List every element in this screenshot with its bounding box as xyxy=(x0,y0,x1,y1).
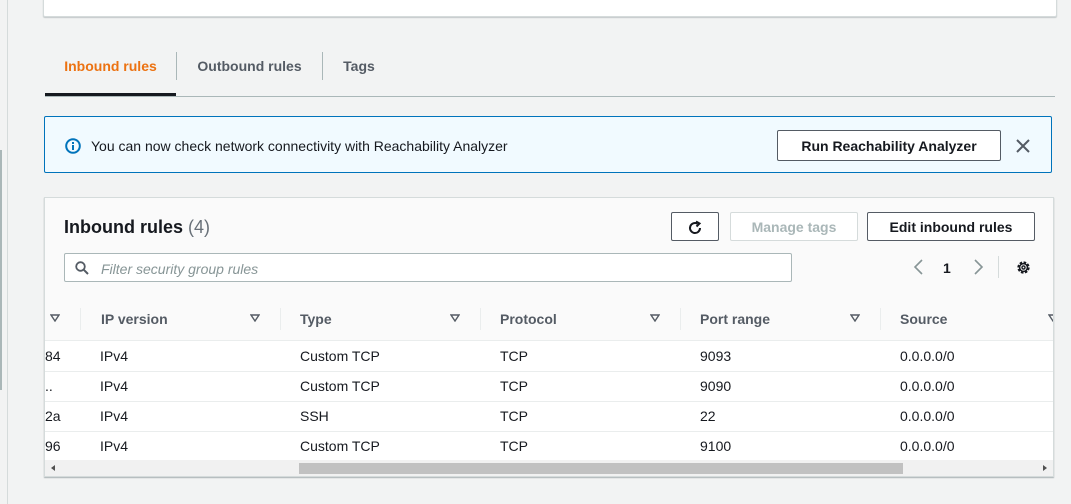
protocol-cell: TCP xyxy=(500,348,528,364)
table-row[interactable]: 2a IPv4 SSH TCP 22 0.0.0.0/0 xyxy=(45,401,1053,432)
column-header-ip-version[interactable]: IP version xyxy=(101,298,168,340)
ip-version-cell: IPv4 xyxy=(100,378,129,394)
column-divider xyxy=(280,308,281,330)
filter-box xyxy=(64,253,792,282)
source-cell: 0.0.0.0/0 xyxy=(900,438,955,454)
type-cell: Custom TCP xyxy=(300,378,380,394)
source-cell: 0.0.0.0/0 xyxy=(900,348,955,364)
column-header-port-range[interactable]: Port range xyxy=(700,298,770,340)
column-header-source[interactable]: Source xyxy=(900,298,947,340)
left-splitter[interactable] xyxy=(0,150,2,390)
source-cell: 0.0.0.0/0 xyxy=(900,378,955,394)
chevron-left-icon[interactable] xyxy=(911,258,927,276)
port-range-cell: 9093 xyxy=(700,348,732,364)
edit-inbound-rules-button[interactable]: Edit inbound rules xyxy=(867,212,1035,241)
type-cell: Custom TCP xyxy=(300,348,380,364)
protocol-cell: TCP xyxy=(500,408,528,424)
sort-down-icon[interactable] xyxy=(250,314,260,322)
table-row[interactable]: 96 IPv4 Custom TCP TCP 9100 0.0.0.0/0 xyxy=(45,431,1053,462)
manage-tags-button[interactable]: Manage tags xyxy=(730,212,858,241)
panel-title-text: Inbound rules xyxy=(64,217,183,237)
sort-down-icon[interactable] xyxy=(850,314,860,322)
inbound-rules-panel: Inbound rules (4) Manage tags Edit inbou… xyxy=(44,197,1054,477)
protocol-cell: TCP xyxy=(500,438,528,454)
scrollbar-thumb[interactable] xyxy=(299,463,903,474)
port-range-cell: 9090 xyxy=(700,378,732,394)
rules-count: (4) xyxy=(188,217,211,237)
sort-down-icon[interactable] xyxy=(50,314,60,322)
rule-id-cell: 84 xyxy=(45,348,61,364)
page-number[interactable]: 1 xyxy=(943,260,951,276)
chevron-right-icon[interactable] xyxy=(970,258,986,276)
column-divider xyxy=(80,308,81,330)
column-divider xyxy=(880,308,881,330)
rule-id-cell: 96 xyxy=(45,438,61,454)
horizontal-scrollbar[interactable] xyxy=(45,460,1053,476)
pager-divider xyxy=(998,256,999,278)
table-header: IP version Type Protocol Port range Sour… xyxy=(45,298,1053,341)
column-header-type[interactable]: Type xyxy=(300,298,332,340)
ip-version-cell: IPv4 xyxy=(100,408,129,424)
panel-title: Inbound rules (4) xyxy=(64,217,210,238)
type-cell: Custom TCP xyxy=(300,438,380,454)
sort-down-icon[interactable] xyxy=(450,314,460,322)
table-row[interactable]: .. IPv4 Custom TCP TCP 9090 0.0.0.0/0 xyxy=(45,371,1053,402)
tab-outbound-rules[interactable]: Outbound rules xyxy=(177,44,322,95)
scroll-left-arrow-icon[interactable] xyxy=(49,464,57,472)
gear-icon[interactable] xyxy=(1015,259,1032,276)
run-reachability-analyzer-button[interactable]: Run Reachability Analyzer xyxy=(777,130,1001,161)
tab-inbound-rules[interactable]: Inbound rules xyxy=(45,44,176,96)
port-range-cell: 22 xyxy=(700,408,716,424)
rule-id-cell: .. xyxy=(45,378,53,394)
reachability-alert: You can now check network connectivity w… xyxy=(44,116,1052,173)
tab-bar: Inbound rules Outbound rules Tags xyxy=(45,44,1055,97)
type-cell: SSH xyxy=(300,408,329,424)
filter-input[interactable] xyxy=(99,258,783,279)
column-header-protocol[interactable]: Protocol xyxy=(500,298,557,340)
info-icon xyxy=(65,138,81,154)
details-card xyxy=(43,0,1057,17)
protocol-cell: TCP xyxy=(500,378,528,394)
refresh-button[interactable] xyxy=(671,212,719,241)
ip-version-cell: IPv4 xyxy=(100,438,129,454)
column-divider xyxy=(680,308,681,330)
panel-header: Inbound rules (4) Manage tags Edit inbou… xyxy=(45,198,1053,299)
search-icon xyxy=(75,261,89,275)
close-icon[interactable] xyxy=(1014,137,1032,155)
scroll-right-arrow-icon[interactable] xyxy=(1041,464,1049,472)
port-range-cell: 9100 xyxy=(700,438,732,454)
source-cell: 0.0.0.0/0 xyxy=(900,408,955,424)
sort-down-icon[interactable] xyxy=(1048,314,1054,322)
left-divider xyxy=(7,0,8,504)
sort-down-icon[interactable] xyxy=(650,314,660,322)
alert-message: You can now check network connectivity w… xyxy=(91,138,508,154)
column-divider xyxy=(480,308,481,330)
table-row[interactable]: 84 IPv4 Custom TCP TCP 9093 0.0.0.0/0 xyxy=(45,341,1053,372)
ip-version-cell: IPv4 xyxy=(100,348,129,364)
tab-tags[interactable]: Tags xyxy=(323,44,395,95)
rule-id-cell: 2a xyxy=(45,408,61,424)
refresh-icon xyxy=(689,220,702,234)
